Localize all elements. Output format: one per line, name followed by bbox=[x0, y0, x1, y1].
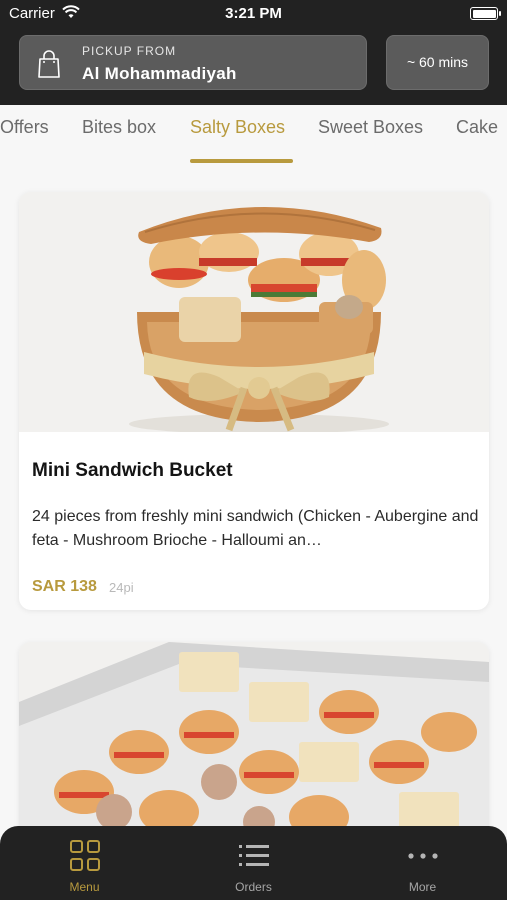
clock: 3:21 PM bbox=[225, 5, 282, 22]
nav-orders-label: Orders bbox=[235, 880, 272, 894]
category-tabs: Offers Bites box Salty Boxes Sweet Boxes… bbox=[0, 105, 507, 165]
tab-bites-box[interactable]: Bites box bbox=[82, 117, 156, 138]
pickup-location-selector[interactable]: PICKUP FROM Al Mohammadiyah bbox=[19, 35, 367, 90]
tab-offers[interactable]: Offers bbox=[0, 117, 49, 138]
nav-menu[interactable]: Menu bbox=[0, 826, 169, 900]
nav-orders[interactable]: Orders bbox=[169, 826, 338, 900]
tab-sweet-boxes[interactable]: Sweet Boxes bbox=[318, 117, 423, 138]
product-card[interactable] bbox=[19, 642, 489, 842]
nav-more[interactable]: More bbox=[338, 826, 507, 900]
nav-more-label: More bbox=[408, 880, 437, 894]
status-bar: Carrier 3:21 PM bbox=[0, 0, 507, 28]
product-unit: 24pi bbox=[109, 580, 134, 595]
nav-menu-label: Menu bbox=[69, 880, 100, 894]
tab-salty-boxes[interactable]: Salty Boxes bbox=[190, 117, 285, 138]
product-image bbox=[19, 192, 489, 432]
battery-icon bbox=[470, 7, 501, 20]
grid-icon bbox=[68, 840, 102, 872]
pickup-label: PICKUP FROM bbox=[82, 44, 177, 58]
product-description: 24 pieces from freshly mini sandwich (Ch… bbox=[32, 508, 479, 549]
product-card[interactable]: Mini Sandwich Bucket 24 pieces from fres… bbox=[19, 192, 489, 610]
bottom-tab-bar: Menu Orders More bbox=[0, 826, 507, 900]
eta-button[interactable]: ~ 60 mins bbox=[386, 35, 489, 90]
shopping-bag-icon bbox=[37, 49, 61, 79]
tab-cake[interactable]: Cake bbox=[456, 117, 498, 138]
product-price: SAR 138 bbox=[32, 578, 97, 595]
pickup-location: Al Mohammadiyah bbox=[82, 64, 237, 83]
product-name: Mini Sandwich Bucket bbox=[32, 460, 233, 481]
product-image bbox=[19, 642, 489, 842]
list-icon bbox=[237, 840, 271, 872]
active-tab-indicator bbox=[190, 159, 293, 163]
app-header: Carrier 3:21 PM PICKUP FROM Al Mohammadi… bbox=[0, 0, 507, 105]
more-dots-icon bbox=[406, 840, 440, 872]
